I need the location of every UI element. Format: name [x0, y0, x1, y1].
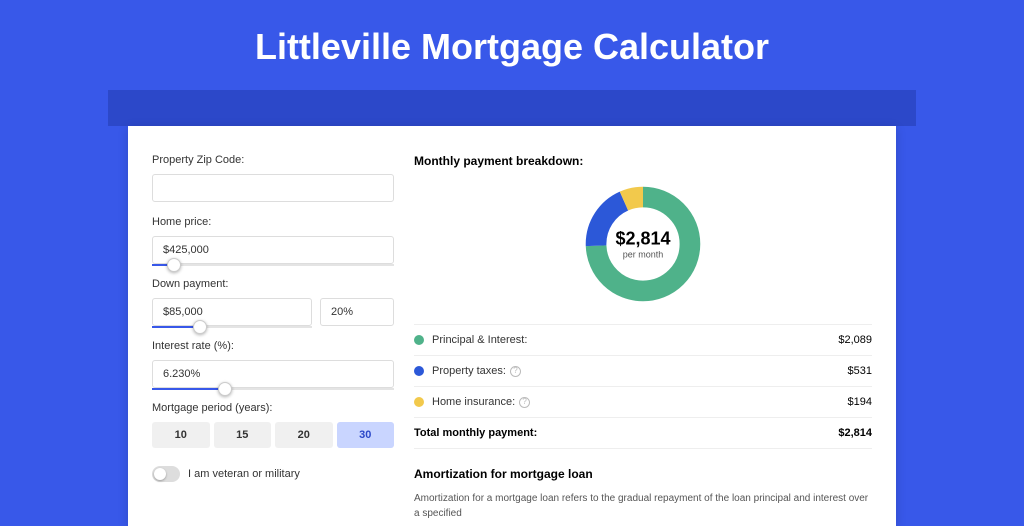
interest-slider-fill [152, 388, 225, 390]
legend-label-total: Total monthly payment: [414, 427, 838, 439]
interest-label: Interest rate (%): [152, 340, 394, 352]
info-icon[interactable]: ? [519, 397, 530, 408]
breakdown-column: Monthly payment breakdown: $2,814 per mo… [414, 154, 872, 498]
legend-label-taxes-text: Property taxes: [432, 365, 506, 377]
toggle-knob [154, 468, 166, 480]
donut-chart: $2,814 per month [581, 182, 705, 306]
legend-label-insurance: Home insurance:? [432, 396, 848, 408]
period-btn-20[interactable]: 20 [275, 422, 333, 448]
amortization-section: Amortization for mortgage loan Amortizat… [414, 467, 872, 521]
info-icon[interactable]: ? [510, 366, 521, 377]
legend-val-insurance: $194 [848, 396, 872, 408]
veteran-toggle[interactable] [152, 466, 180, 482]
dot-insurance [414, 397, 424, 407]
dot-taxes [414, 366, 424, 376]
donut-wrap: $2,814 per month [414, 182, 872, 306]
donut-sub: per month [615, 250, 670, 260]
calculator-card: Property Zip Code: Home price: Down paym… [128, 126, 896, 526]
legend-row-taxes: Property taxes:? $531 [414, 356, 872, 387]
legend-label-insurance-text: Home insurance: [432, 396, 515, 408]
home-price-group: Home price: [152, 216, 394, 264]
zip-label: Property Zip Code: [152, 154, 394, 166]
legend-val-principal: $2,089 [838, 334, 872, 346]
period-btn-10[interactable]: 10 [152, 422, 210, 448]
donut-center: $2,814 per month [615, 229, 670, 260]
period-label: Mortgage period (years): [152, 402, 394, 414]
page-root: Littleville Mortgage Calculator Property… [0, 0, 1024, 512]
legend: Principal & Interest: $2,089 Property ta… [414, 324, 872, 449]
down-payment-amount-input[interactable] [152, 298, 312, 326]
legend-label-taxes: Property taxes:? [432, 365, 848, 377]
period-options: 10 15 20 30 [152, 422, 394, 448]
dot-principal [414, 335, 424, 345]
legend-row-principal: Principal & Interest: $2,089 [414, 325, 872, 356]
zip-input[interactable] [152, 174, 394, 202]
breakdown-heading: Monthly payment breakdown: [414, 154, 872, 168]
legend-val-total: $2,814 [838, 427, 872, 439]
veteran-row: I am veteran or military [152, 466, 394, 482]
form-column: Property Zip Code: Home price: Down paym… [152, 154, 394, 498]
period-btn-15[interactable]: 15 [214, 422, 272, 448]
down-payment-label: Down payment: [152, 278, 394, 290]
amortization-heading: Amortization for mortgage loan [414, 467, 872, 481]
header-band [108, 90, 916, 126]
donut-amount: $2,814 [615, 229, 670, 250]
home-price-slider-thumb[interactable] [167, 258, 181, 272]
legend-row-total: Total monthly payment: $2,814 [414, 418, 872, 449]
legend-row-insurance: Home insurance:? $194 [414, 387, 872, 418]
period-btn-30[interactable]: 30 [337, 422, 395, 448]
home-price-label: Home price: [152, 216, 394, 228]
veteran-label: I am veteran or military [188, 468, 300, 480]
home-price-input[interactable] [152, 236, 394, 264]
home-price-slider[interactable] [152, 264, 394, 266]
zip-group: Property Zip Code: [152, 154, 394, 202]
down-payment-slider-thumb[interactable] [193, 320, 207, 334]
legend-label-principal: Principal & Interest: [432, 334, 838, 346]
down-payment-group: Down payment: [152, 278, 394, 326]
down-payment-pct-input[interactable] [320, 298, 394, 326]
amortization-text: Amortization for a mortgage loan refers … [414, 491, 872, 521]
period-group: Mortgage period (years): 10 15 20 30 [152, 402, 394, 448]
interest-group: Interest rate (%): [152, 340, 394, 388]
page-title: Littleville Mortgage Calculator [0, 0, 1024, 90]
legend-val-taxes: $531 [848, 365, 872, 377]
interest-input[interactable] [152, 360, 394, 388]
interest-slider-thumb[interactable] [218, 382, 232, 396]
